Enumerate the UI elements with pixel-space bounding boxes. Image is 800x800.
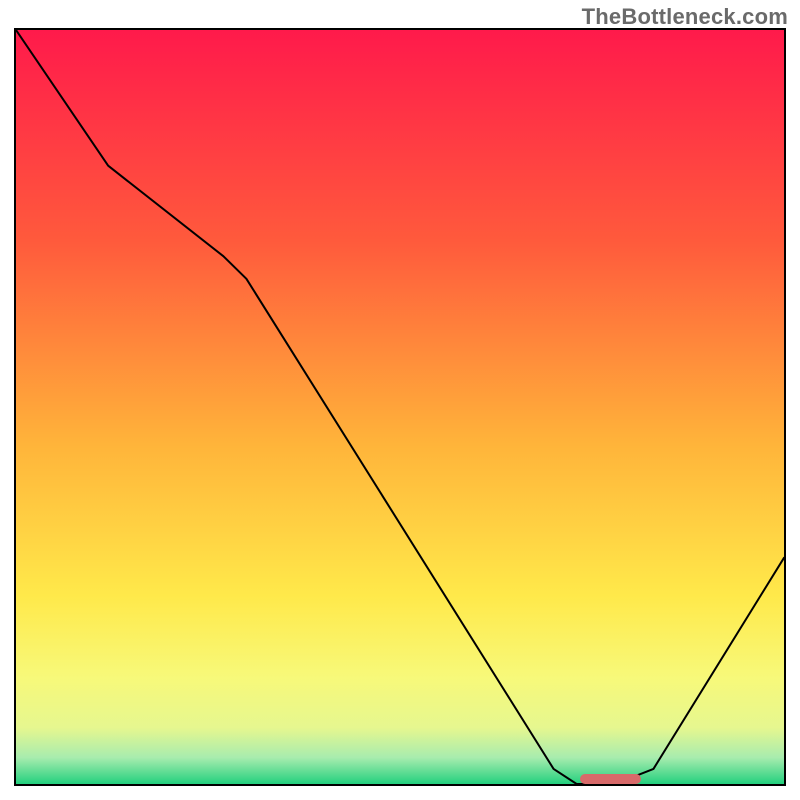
chart-frame: TheBottleneck.com [0,0,800,800]
watermark-text: TheBottleneck.com [582,4,788,30]
optimal-marker [580,774,642,784]
background-rect [16,30,784,784]
plot-area [14,28,786,786]
plot-svg [16,30,784,784]
